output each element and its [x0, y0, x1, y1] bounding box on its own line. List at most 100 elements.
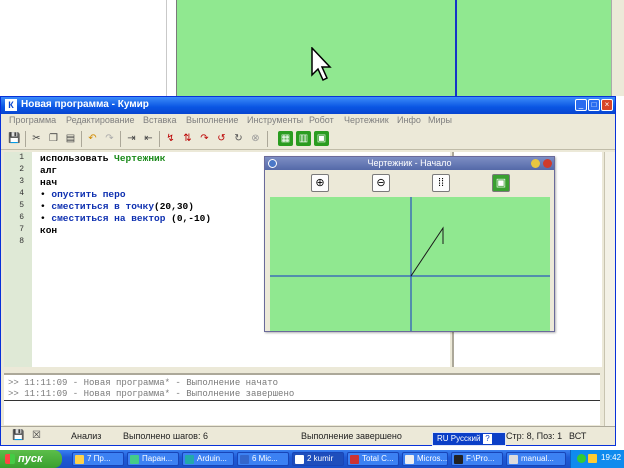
step-icon[interactable]: ⇅ — [180, 131, 195, 146]
background-drawer-canvas — [176, 0, 624, 96]
language-label: RU Русский — [437, 434, 481, 443]
taskbar-button[interactable]: manual... — [506, 452, 566, 466]
command: сместиться в точку — [51, 201, 155, 212]
browser-icon — [509, 455, 518, 464]
menu-vypolnenie[interactable]: Выполнение — [186, 115, 238, 125]
background-scrollbar[interactable] — [611, 0, 624, 96]
cmd-icon — [454, 455, 463, 464]
taskbar-button[interactable]: F:\Pro... — [451, 452, 503, 466]
start-label: пуск — [18, 453, 43, 465]
line-number: 1 — [19, 153, 24, 162]
taskbar-button[interactable]: Паран... — [127, 452, 179, 466]
menu-info[interactable]: Инфо — [397, 115, 421, 125]
menu-programma[interactable]: Программа — [9, 115, 56, 125]
taskbar-button[interactable]: 2 kumir — [292, 452, 344, 466]
toolbar-separator — [25, 131, 26, 147]
start-button[interactable]: пуск — [0, 450, 62, 468]
line-number: 3 — [19, 177, 24, 186]
stop-icon[interactable]: ⊗ — [248, 131, 263, 146]
menu-miry[interactable]: Миры — [428, 115, 452, 125]
code-line[interactable]: кон — [40, 225, 57, 236]
layout-split-icon[interactable]: ▥ — [296, 131, 311, 146]
app-icon — [130, 455, 139, 464]
drawer-toolbar: ⊕ ⊖ ⁞⁞ ▣ — [269, 171, 550, 197]
task-label: 6 Mic... — [252, 454, 278, 463]
zoom-in-icon[interactable]: ⊕ — [311, 174, 329, 192]
task-label: Total C... — [362, 454, 394, 463]
save-icon[interactable]: 💾 — [11, 428, 26, 443]
toolbar: 💾 ✂ ❐ ▤ ↶ ↷ ⇥ ⇤ ↯ ⇅ ↷ ↺ ↻ ⊗ ▦ ▥ ▣ — [1, 128, 615, 150]
toolbar-separator — [159, 131, 160, 147]
line-number: 6 — [19, 213, 24, 222]
windows-logo-icon — [5, 454, 15, 464]
zoom-out-icon[interactable]: ⊖ — [372, 174, 390, 192]
background-divider — [166, 0, 167, 96]
paste-icon[interactable]: ▤ — [63, 131, 78, 146]
tray-icon[interactable] — [588, 454, 597, 463]
drawer-window: Чертежник - Начало ⊕ ⊖ ⁞⁞ ▣ — [264, 156, 555, 332]
status-position: Стр: 8, Поз: 1 — [506, 431, 563, 441]
layout-panels-icon[interactable]: ▣ — [314, 131, 329, 146]
redo-icon[interactable]: ↷ — [102, 131, 117, 146]
taskbar-button[interactable]: 7 Пр... — [72, 452, 124, 466]
undo-icon[interactable]: ↶ — [85, 131, 100, 146]
menu-redaktirovanie[interactable]: Редактирование — [66, 115, 135, 125]
drawer-canvas[interactable] — [270, 197, 550, 331]
code-line[interactable]: алг — [40, 165, 57, 176]
app-icon — [405, 455, 414, 464]
task-label: Arduin... — [197, 454, 227, 463]
taskbar-button[interactable]: Arduin... — [182, 452, 234, 466]
step-over-icon[interactable]: ↻ — [231, 131, 246, 146]
code-line[interactable]: • сместиться в точку(20,30) — [40, 201, 194, 212]
menu-vstavka[interactable]: Вставка — [143, 115, 176, 125]
code-line[interactable]: использовать Чертежник — [40, 153, 165, 164]
output-separator — [4, 400, 600, 401]
task-label: Паран... — [142, 454, 173, 463]
drawer-title-bar[interactable]: Чертежник - Начало — [265, 157, 554, 170]
close-file-icon[interactable]: ☒ — [29, 428, 44, 443]
line-number: 5 — [19, 201, 24, 210]
fit-icon[interactable]: ▣ — [492, 174, 510, 192]
language-bar[interactable]: RU Русский ? — [432, 432, 506, 446]
taskbar-button[interactable]: 6 Mic... — [237, 452, 289, 466]
minimize-icon[interactable] — [531, 159, 540, 168]
code-line[interactable]: нач — [40, 177, 57, 188]
maximize-button[interactable]: □ — [588, 99, 600, 111]
cut-icon[interactable]: ✂ — [29, 131, 44, 146]
title-bar[interactable]: К Новая программа - Кумир _ □ × — [1, 97, 615, 114]
run-icon[interactable]: ↯ — [163, 131, 178, 146]
tray-icon[interactable] — [577, 454, 586, 463]
indent-icon[interactable]: ⇥ — [124, 131, 139, 146]
menu-chertezhnik[interactable]: Чертежник — [344, 115, 389, 125]
drawer-title: Чертежник - Начало — [367, 158, 452, 168]
taskbar-button[interactable]: Total C... — [347, 452, 399, 466]
arguments: (0,-10) — [171, 213, 212, 224]
outdent-icon[interactable]: ⇤ — [141, 131, 156, 146]
code-line[interactable]: • опустить перо — [40, 189, 126, 200]
system-tray: 19:42 — [570, 450, 624, 468]
save-icon[interactable]: 💾 — [7, 131, 22, 146]
bullet: • — [40, 201, 46, 212]
menu-robot[interactable]: Робот — [309, 115, 334, 125]
output-line: >> 11:11:09 - Новая программа* - Выполне… — [8, 378, 279, 388]
status-state: Выполнение завершено — [301, 431, 402, 441]
minimize-button[interactable]: _ — [575, 99, 587, 111]
module-name: Чертежник — [114, 153, 166, 164]
help-icon[interactable]: ? — [483, 434, 492, 444]
keyword: использовать — [40, 153, 109, 164]
menu-instrumenty[interactable]: Инструменты — [247, 115, 303, 125]
layout-grid-icon[interactable]: ▦ — [278, 131, 293, 146]
code-line[interactable]: • сместиться на вектор (0,-10) — [40, 213, 211, 224]
canvas-background — [270, 197, 550, 331]
step-out-icon[interactable]: ↺ — [214, 131, 229, 146]
close-icon[interactable] — [543, 159, 552, 168]
toolbar-separator — [267, 131, 268, 147]
app-icon — [185, 455, 194, 464]
close-button[interactable]: × — [601, 99, 613, 111]
vertical-scrollbar[interactable] — [604, 152, 615, 442]
task-label: F:\Pro... — [466, 454, 495, 463]
grid-icon[interactable]: ⁞⁞ — [432, 174, 450, 192]
copy-icon[interactable]: ❐ — [46, 131, 61, 146]
step-in-icon[interactable]: ↷ — [197, 131, 212, 146]
taskbar-button[interactable]: Micros... — [402, 452, 448, 466]
